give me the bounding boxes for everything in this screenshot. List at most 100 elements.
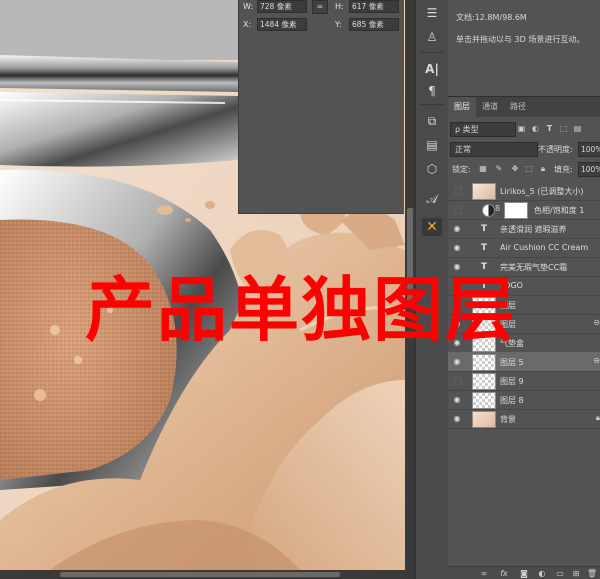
width-label: W: xyxy=(243,2,254,11)
eye-icon[interactable]: ◉ xyxy=(451,413,463,424)
adjustment-layer-icon[interactable]: ◐ xyxy=(536,568,548,579)
layer-mask-thumbnail xyxy=(504,202,528,219)
document-info-area: 文档:12.8M/98.6M 单击并拖动以与 3D 场景进行互动。 xyxy=(448,0,600,96)
layer-thumbnail xyxy=(472,392,496,409)
blend-mode-select[interactable]: 正常 xyxy=(450,142,538,157)
horizontal-scroll-thumb[interactable] xyxy=(60,572,340,577)
tools-icon[interactable]: ✕ xyxy=(422,218,442,236)
fx-icon[interactable]: fx xyxy=(498,568,510,579)
smart-object-filter-icon[interactable]: ▤ xyxy=(572,123,583,134)
lock-image-icon[interactable]: ✎ xyxy=(494,163,504,174)
strip-divider xyxy=(420,104,444,105)
tab-paths[interactable]: 路径 xyxy=(504,97,532,117)
width-row: W: 728 像素 xyxy=(243,0,307,13)
visibility-toggle-off[interactable] xyxy=(454,206,462,214)
document-size: 文档:12.8M/98.6M xyxy=(456,13,527,22)
trash-icon[interactable]: 🗑︎ xyxy=(586,568,598,579)
layer-name: 图层 5 xyxy=(500,358,524,367)
overlay-caption: 产品单独图层 xyxy=(85,269,517,351)
layer-name: Air Cushion CC Cream xyxy=(500,243,589,252)
clone-source-icon[interactable]: ⧉ xyxy=(422,112,442,130)
layer-row[interactable]: 图层 9 xyxy=(448,371,600,391)
eye-icon[interactable]: ◉ xyxy=(451,242,463,253)
history-brush-icon[interactable]: ♙ xyxy=(422,28,442,46)
3d-cube-icon[interactable]: ⬡ xyxy=(422,160,442,178)
opacity-label: 不透明度: xyxy=(538,145,573,154)
layer-thumbnail xyxy=(472,354,496,371)
3d-interaction-hint: 单击并拖动以与 3D 场景进行互动。 xyxy=(456,35,585,44)
layer-name: 图层 8 xyxy=(500,396,524,405)
x-label: X: xyxy=(243,20,252,29)
height-label: H: xyxy=(335,2,344,11)
glyphs-icon[interactable]: 𝒜 xyxy=(422,190,442,208)
artboard-lock-icon[interactable]: ⬚ xyxy=(524,163,534,174)
eye-icon[interactable]: ◉ xyxy=(451,223,463,234)
opacity-field[interactable]: 100% xyxy=(578,142,600,157)
y-field[interactable]: 685 像素 xyxy=(349,18,399,31)
width-field[interactable]: 728 像素 xyxy=(257,0,307,13)
text-layer-icon: T xyxy=(480,224,488,234)
layer-row[interactable]: 8 色相/饱和度 1 xyxy=(448,200,600,220)
layers-bottom-bar: ∞ fx ◙ ◐ ▭ ⊞ 🗑︎ xyxy=(448,566,600,579)
tab-channels[interactable]: 通道 xyxy=(476,97,504,117)
adjustment-layer-icon xyxy=(482,204,495,217)
brush-presets-icon[interactable]: ▤ xyxy=(422,136,442,154)
x-field[interactable]: 1484 像素 xyxy=(257,18,307,31)
text-layer-icon: T xyxy=(480,243,488,253)
layer-row[interactable]: ◉ T 亲透滑润 遮瑕滋养 xyxy=(448,219,600,239)
layer-link-icon: ⊖ xyxy=(593,318,600,327)
mask-link-icon[interactable]: 8 xyxy=(495,204,500,213)
lock-transparent-icon[interactable]: ▦ xyxy=(478,163,488,174)
properties-icon[interactable]: ☰ xyxy=(422,4,442,22)
new-group-icon[interactable]: ▭ xyxy=(554,568,566,579)
panel-tabs: 图层 通道 路径 xyxy=(448,97,600,117)
layer-name: 背景 xyxy=(500,415,516,424)
new-layer-icon[interactable]: ⊞ xyxy=(570,568,582,579)
pixel-filter-icon[interactable]: ▣ xyxy=(516,123,527,134)
strip-divider xyxy=(420,52,444,53)
height-field[interactable]: 617 像素 xyxy=(349,0,399,13)
chain-link-icon[interactable]: ∞ xyxy=(312,0,328,14)
horizontal-scrollbar[interactable] xyxy=(0,570,415,579)
layer-name: 色相/饱和度 1 xyxy=(534,206,585,215)
layer-thumbnail xyxy=(472,373,496,390)
layer-link-icon: ⊖ xyxy=(593,356,600,365)
layer-row-selected[interactable]: ◉ 图层 5 ⊖ xyxy=(448,352,600,372)
transform-info-panel: W: 728 像素 ∞ H: 617 像素 X: 1484 像素 Y: 685 … xyxy=(238,0,404,214)
filter-kind-select[interactable]: ρ 类型 xyxy=(450,122,516,137)
layer-row[interactable]: ◉ 背景 🔒︎ xyxy=(448,409,600,429)
visibility-toggle-off[interactable] xyxy=(454,377,462,385)
layer-thumbnail xyxy=(472,183,496,200)
height-row: H: 617 像素 xyxy=(335,0,399,13)
character-icon[interactable]: A| xyxy=(422,60,442,78)
lock-all-icon[interactable]: 🔒︎ xyxy=(538,163,548,174)
lock-position-icon[interactable]: ✥ xyxy=(510,163,520,174)
eye-icon[interactable]: ◉ xyxy=(451,356,463,367)
link-layers-icon[interactable]: ∞ xyxy=(478,568,490,579)
layer-filter-row: ρ 类型 ▣ ◐ T ⬚ ▤ xyxy=(448,121,600,137)
layer-name: 图层 9 xyxy=(500,377,524,386)
lock-label: 锁定: xyxy=(452,165,471,174)
add-mask-icon[interactable]: ◙ xyxy=(518,568,530,579)
adjustment-filter-icon[interactable]: ◐ xyxy=(530,123,541,134)
layer-name: Lirikos_5 (已调整大小) xyxy=(500,187,584,196)
layer-thumbnail xyxy=(472,411,496,428)
lock-icon: 🔒︎ xyxy=(595,413,600,422)
type-filter-icon[interactable]: T xyxy=(544,123,555,134)
x-row: X: 1484 像素 xyxy=(243,18,307,31)
eye-icon[interactable]: ◉ xyxy=(451,394,463,405)
paragraph-icon[interactable]: ¶ xyxy=(422,82,442,100)
layer-row[interactable]: ◉ T Air Cushion CC Cream xyxy=(448,238,600,258)
fill-field[interactable]: 100% xyxy=(578,162,600,177)
y-row: Y: 685 像素 xyxy=(335,18,399,31)
layer-name: 亲透滑润 遮瑕滋养 xyxy=(500,225,567,234)
photoshop-window: W: 728 像素 ∞ H: 617 像素 X: 1484 像素 Y: 685 … xyxy=(0,0,600,579)
layer-row[interactable]: Lirikos_5 (已调整大小) xyxy=(448,181,600,201)
layer-row[interactable]: ◉ 图层 8 xyxy=(448,390,600,410)
fill-label: 填充: xyxy=(554,165,573,174)
shape-filter-icon[interactable]: ⬚ xyxy=(558,123,569,134)
y-label: Y: xyxy=(335,20,342,29)
tab-layers[interactable]: 图层 xyxy=(448,97,476,117)
lock-row: 锁定: ▦ ✎ ✥ ⬚ 🔒︎ 填充: 100% xyxy=(448,161,600,177)
visibility-toggle-off[interactable] xyxy=(454,187,462,195)
